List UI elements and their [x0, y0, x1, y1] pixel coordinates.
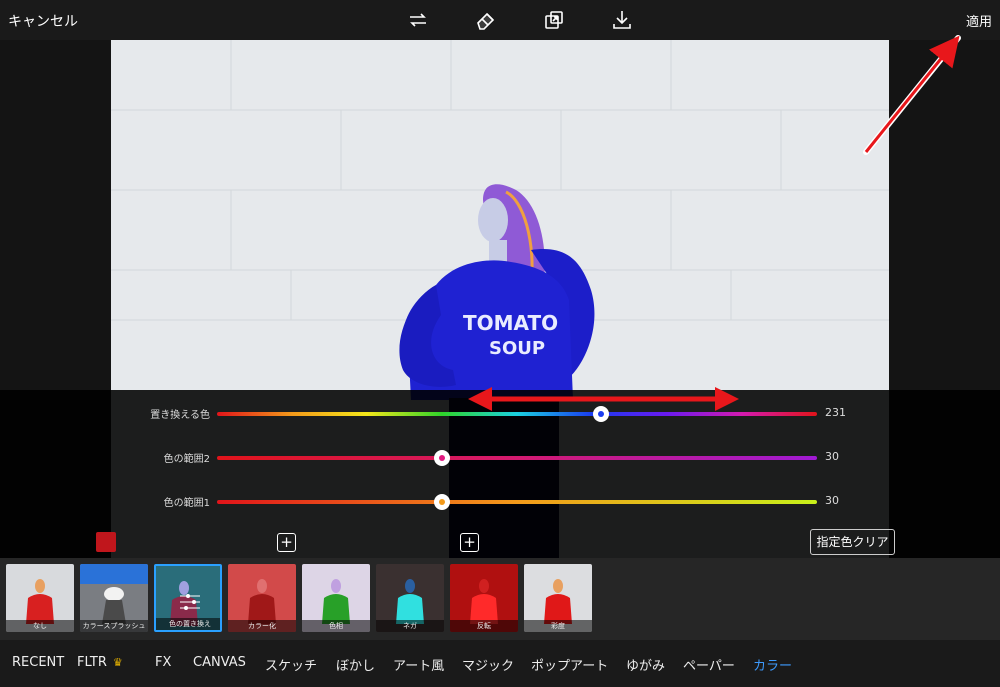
- slider-range2: 色の範囲2 30: [0, 448, 1000, 468]
- selected-color-swatch[interactable]: [96, 532, 116, 552]
- filter-colorize[interactable]: カラー化: [228, 564, 296, 632]
- category-blur[interactable]: ぼかし: [336, 655, 375, 674]
- category-art[interactable]: アート風: [393, 655, 444, 674]
- slider-label: 色の範囲2: [163, 454, 210, 465]
- filter-hue[interactable]: 色相: [302, 564, 370, 632]
- sweatshirt-text-line2: SOUP: [489, 338, 545, 359]
- thumb-dot: [439, 499, 445, 505]
- filter-color-replace[interactable]: 色の置き換え: [154, 564, 222, 632]
- eraser-icon[interactable]: [474, 8, 498, 32]
- sync-icon[interactable]: [406, 8, 430, 32]
- replace-color-thumb[interactable]: [593, 406, 609, 422]
- slider-value: 30: [825, 450, 839, 463]
- category-fltr[interactable]: FLTR ♛: [77, 655, 123, 670]
- filter-label: 反転: [450, 620, 518, 632]
- filter-none[interactable]: なし: [6, 564, 74, 632]
- category-paper[interactable]: ペーパー: [683, 655, 735, 674]
- category-canvas[interactable]: CANVAS: [193, 655, 246, 670]
- crown-icon: ♛: [112, 656, 123, 669]
- filter-label: 彩度: [524, 620, 592, 632]
- add-color-button-1[interactable]: +: [277, 533, 296, 552]
- filter-label: カラー化: [228, 620, 296, 632]
- slider-value: 231: [825, 406, 846, 419]
- range2-thumb[interactable]: [434, 450, 450, 466]
- filter-strip: なし カラースプラッシュ 色の置き換え カラー化 色相 ネガ 反転 彩度: [0, 558, 1000, 640]
- category-color[interactable]: カラー: [753, 655, 792, 674]
- thumb-dot: [598, 411, 604, 417]
- category-label: FLTR: [77, 655, 107, 670]
- category-recent[interactable]: RECENT: [12, 655, 64, 670]
- filter-color-splash[interactable]: カラースプラッシュ: [80, 564, 148, 632]
- download-icon[interactable]: [610, 8, 634, 32]
- clear-selected-color-button[interactable]: 指定色クリア: [810, 529, 895, 555]
- thumb-dot: [439, 455, 445, 461]
- filter-saturation[interactable]: 彩度: [524, 564, 592, 632]
- filter-label: 色相: [302, 620, 370, 632]
- category-sketch[interactable]: スケッチ: [265, 655, 317, 674]
- top-toolbar: キャンセル 適用: [0, 0, 1000, 40]
- filter-invert[interactable]: 反転: [450, 564, 518, 632]
- sweatshirt-text-line1: TOMATO: [463, 311, 558, 335]
- filter-label: なし: [6, 620, 74, 632]
- apply-button[interactable]: 適用: [966, 11, 992, 30]
- category-fx[interactable]: FX: [155, 655, 171, 670]
- category-warp[interactable]: ゆがみ: [626, 655, 665, 674]
- add-color-button-2[interactable]: +: [460, 533, 479, 552]
- slider-label: 置き換える色: [150, 410, 210, 421]
- category-pop-art[interactable]: ポップアート: [531, 655, 608, 674]
- filter-label: ネガ: [376, 620, 444, 632]
- cancel-button[interactable]: キャンセル: [8, 11, 78, 31]
- slider-replace-color: 置き換える色 231: [0, 404, 1000, 424]
- replace-color-track[interactable]: [217, 412, 817, 416]
- slider-label: 色の範囲1: [163, 498, 210, 509]
- filter-negative[interactable]: ネガ: [376, 564, 444, 632]
- slider-range1: 色の範囲1 30: [0, 492, 1000, 512]
- category-magic[interactable]: マジック: [462, 655, 514, 674]
- filter-label: カラースプラッシュ: [80, 620, 148, 632]
- category-bar: RECENT FLTR ♛ FX CANVAS スケッチ ぼかし アート風 マジッ…: [0, 640, 1000, 687]
- slider-value: 30: [825, 494, 839, 507]
- filter-label: 色の置き換え: [156, 618, 220, 630]
- compare-icon[interactable]: [542, 8, 566, 32]
- range2-track[interactable]: [217, 456, 817, 460]
- range1-thumb[interactable]: [434, 494, 450, 510]
- range1-track[interactable]: [217, 500, 817, 504]
